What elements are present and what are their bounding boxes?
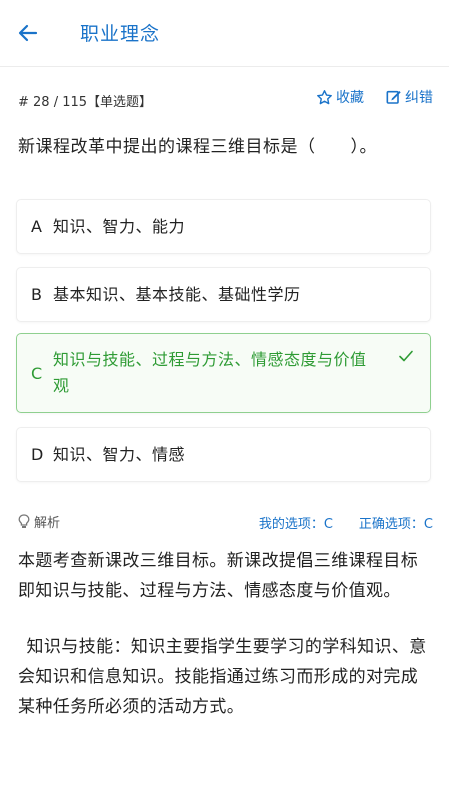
option-c[interactable]: C 知识与技能、过程与方法、情感态度与价值观 <box>16 333 431 413</box>
top-bar: 职业理念 <box>0 0 449 67</box>
question-index: # 28 / 115【单选题】 <box>18 95 153 110</box>
question-meta: # 28 / 115【单选题】 收藏 纠错 <box>18 87 433 111</box>
correct-answer: 正确选项：C <box>358 517 433 532</box>
report-error-label: 纠错 <box>405 90 433 106</box>
option-text: 知识与技能、过程与方法、情感态度与价值观 <box>53 350 367 395</box>
lightbulb-icon <box>18 514 30 528</box>
option-letter: D <box>31 445 44 464</box>
page-title: 职业理念 <box>80 23 161 45</box>
favorite-button[interactable]: 收藏 <box>316 87 364 107</box>
explanation-text: 本题考查新课改三维目标。新课改提倡三维课程目标即知识与技能、过程与方法、情感态度… <box>18 546 431 748</box>
edit-icon <box>386 90 401 104</box>
report-error-button[interactable]: 纠错 <box>386 87 433 107</box>
back-button[interactable] <box>12 17 44 49</box>
option-a[interactable]: A 知识、智力、能力 <box>16 199 431 254</box>
option-letter: C <box>31 363 43 383</box>
option-b[interactable]: B 基本知识、基本技能、基础性学历 <box>16 267 431 322</box>
option-text: 知识、智力、情感 <box>53 444 186 464</box>
analysis-label: 解析 <box>18 512 60 531</box>
option-letter: A <box>31 217 42 236</box>
arrow-left-icon <box>18 24 38 42</box>
analysis-header: 解析 我的选项：C 正确选项：C <box>18 510 433 532</box>
option-d[interactable]: D 知识、智力、情感 <box>16 427 431 482</box>
favorite-label: 收藏 <box>336 90 364 106</box>
question-text: 新课程改革中提出的课程三维目标是（ ）。 <box>18 137 377 157</box>
option-text: 基本知识、基本技能、基础性学历 <box>53 284 301 304</box>
my-answer: 我的选项：C <box>258 517 333 532</box>
explanation-paragraph: 本题考查新课改三维目标。新课改提倡三维课程目标即知识与技能、过程与方法、情感态度… <box>18 551 419 601</box>
star-outline-icon <box>317 89 332 104</box>
analysis-title: 解析 <box>34 516 61 531</box>
check-icon <box>399 350 413 362</box>
answer-summary: 我的选项：C 正确选项：C <box>233 513 433 532</box>
explanation-paragraph: 知识与技能：知识主要指学生要学习的学科知识、意会知识和信息知识。技能指通过练习而… <box>18 637 427 717</box>
option-letter: B <box>31 285 42 304</box>
question-actions: 收藏 纠错 <box>294 87 433 107</box>
option-text: 知识、智力、能力 <box>53 216 186 236</box>
